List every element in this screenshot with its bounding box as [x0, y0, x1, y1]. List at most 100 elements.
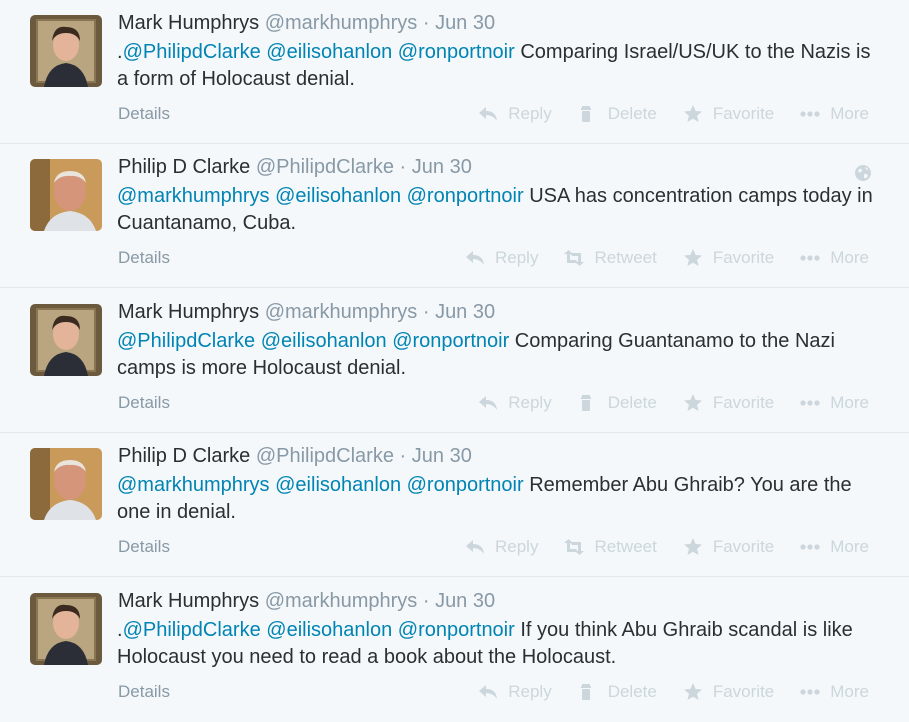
- author-name[interactable]: Mark Humphrys: [118, 590, 259, 612]
- star-icon: [683, 105, 702, 122]
- mention-link[interactable]: @PhilipdClarke: [117, 330, 255, 352]
- tweet[interactable]: Mark Humphrys @markhumphrys · Jun 30 .@P…: [0, 0, 909, 144]
- reply-icon: [479, 396, 498, 410]
- star-icon: [683, 249, 702, 266]
- author-handle[interactable]: @PhilipdClarke: [256, 445, 394, 467]
- tweet-text: .@PhilipdClarke @eilisohanlon @ronportno…: [117, 617, 877, 671]
- star-icon: [683, 394, 702, 411]
- reply-icon: [466, 251, 484, 265]
- tweet-date[interactable]: Jun 30: [412, 445, 472, 467]
- trash-icon: [580, 106, 591, 122]
- more-button[interactable]: More: [800, 248, 869, 268]
- details-link[interactable]: Details: [118, 104, 170, 124]
- details-link[interactable]: Details: [118, 248, 170, 268]
- reply-label: Reply: [495, 248, 539, 267]
- delete-button[interactable]: Delete: [578, 104, 657, 124]
- more-dots-icon: [800, 111, 820, 117]
- reply-button[interactable]: Reply: [478, 104, 552, 124]
- trash-icon: [580, 684, 591, 700]
- author-name[interactable]: Philip D Clarke: [118, 156, 250, 178]
- author-handle[interactable]: @markhumphrys: [265, 590, 418, 612]
- more-label: More: [830, 104, 869, 123]
- mention-link[interactable]: @eilisohanlon: [275, 474, 401, 496]
- mention-link[interactable]: @ronportnoir: [407, 474, 524, 496]
- more-button[interactable]: More: [800, 393, 869, 413]
- avatar[interactable]: [30, 593, 102, 665]
- mention-link[interactable]: @ronportnoir: [398, 619, 515, 641]
- mention-link[interactable]: @eilisohanlon: [266, 619, 392, 641]
- star-icon: [683, 683, 702, 700]
- star-icon: [683, 538, 702, 555]
- favorite-label: Favorite: [712, 248, 775, 267]
- delete-button[interactable]: Delete: [578, 682, 657, 702]
- favorite-button[interactable]: Favorite: [683, 537, 774, 557]
- tweet[interactable]: Philip D Clarke @PhilipdClarke · Jun 30 …: [0, 433, 909, 577]
- retweet-button[interactable]: Retweet: [564, 537, 657, 557]
- details-link[interactable]: Details: [118, 682, 170, 702]
- reply-button[interactable]: Reply: [478, 393, 552, 413]
- favorite-button[interactable]: Favorite: [683, 682, 774, 702]
- more-label: More: [830, 393, 869, 412]
- more-label: More: [830, 682, 869, 701]
- avatar[interactable]: [30, 448, 102, 520]
- details-link[interactable]: Details: [118, 393, 170, 413]
- reply-button[interactable]: Reply: [465, 248, 538, 268]
- favorite-label: Favorite: [712, 682, 775, 701]
- separator: ·: [422, 12, 430, 34]
- favorite-label: Favorite: [712, 104, 775, 123]
- mention-link[interactable]: @eilisohanlon: [261, 330, 387, 352]
- tweet-date[interactable]: Jun 30: [412, 156, 472, 178]
- delete-button[interactable]: Delete: [578, 393, 657, 413]
- author-handle[interactable]: @markhumphrys: [265, 12, 418, 34]
- separator: ·: [399, 445, 407, 467]
- delete-label: Delete: [607, 104, 657, 123]
- retweet-label: Retweet: [594, 537, 657, 556]
- details-link[interactable]: Details: [118, 537, 170, 557]
- tweet-date[interactable]: Jun 30: [435, 12, 495, 34]
- avatar[interactable]: [30, 159, 102, 231]
- tweet-text: @markhumphrys @eilisohanlon @ronportnoir…: [117, 472, 877, 526]
- mention-link[interactable]: @eilisohanlon: [266, 41, 392, 63]
- tweet-date[interactable]: Jun 30: [435, 590, 495, 612]
- delete-label: Delete: [607, 393, 657, 412]
- delete-label: Delete: [607, 682, 657, 701]
- mention-link[interactable]: @markhumphrys: [117, 185, 270, 207]
- author-handle[interactable]: @markhumphrys: [265, 301, 418, 323]
- retweet-button[interactable]: Retweet: [564, 248, 657, 268]
- reply-button[interactable]: Reply: [478, 682, 552, 702]
- more-button[interactable]: More: [800, 537, 869, 557]
- reply-label: Reply: [508, 104, 552, 123]
- more-dots-icon: [800, 544, 820, 550]
- more-button[interactable]: More: [800, 682, 869, 702]
- mention-link[interactable]: @ronportnoir: [398, 41, 515, 63]
- mention-link[interactable]: @eilisohanlon: [275, 185, 401, 207]
- tweet-text: .@PhilipdClarke @eilisohanlon @ronportno…: [117, 39, 877, 93]
- mention-link[interactable]: @PhilipdClarke: [123, 619, 261, 641]
- author-name[interactable]: Philip D Clarke: [118, 445, 250, 467]
- retweet-icon: [564, 250, 585, 266]
- author-name[interactable]: Mark Humphrys: [118, 301, 259, 323]
- mention-link[interactable]: @ronportnoir: [392, 330, 509, 352]
- separator: ·: [422, 590, 430, 612]
- retweet-label: Retweet: [594, 248, 657, 267]
- favorite-button[interactable]: Favorite: [683, 248, 774, 268]
- favorite-button[interactable]: Favorite: [683, 104, 774, 124]
- tweet[interactable]: Mark Humphrys @markhumphrys · Jun 30 .@P…: [0, 578, 909, 722]
- author-handle[interactable]: @PhilipdClarke: [256, 156, 394, 178]
- avatar[interactable]: [30, 15, 102, 87]
- reply-button[interactable]: Reply: [465, 537, 538, 557]
- reply-label: Reply: [508, 682, 552, 701]
- mention-link[interactable]: @markhumphrys: [117, 474, 270, 496]
- author-name[interactable]: Mark Humphrys: [118, 12, 259, 34]
- tweet[interactable]: Philip D Clarke @PhilipdClarke · Jun 30 …: [0, 144, 909, 288]
- tweet[interactable]: Mark Humphrys @markhumphrys · Jun 30 @Ph…: [0, 289, 909, 433]
- favorite-button[interactable]: Favorite: [683, 393, 774, 413]
- mention-link[interactable]: @ronportnoir: [407, 185, 524, 207]
- tweet-date[interactable]: Jun 30: [435, 301, 495, 323]
- more-label: More: [830, 248, 869, 267]
- tweet-text: @PhilipdClarke @eilisohanlon @ronportnoi…: [117, 328, 877, 382]
- avatar[interactable]: [30, 304, 102, 376]
- more-button[interactable]: More: [800, 104, 869, 124]
- mention-link[interactable]: @PhilipdClarke: [123, 41, 261, 63]
- favorite-label: Favorite: [712, 393, 775, 412]
